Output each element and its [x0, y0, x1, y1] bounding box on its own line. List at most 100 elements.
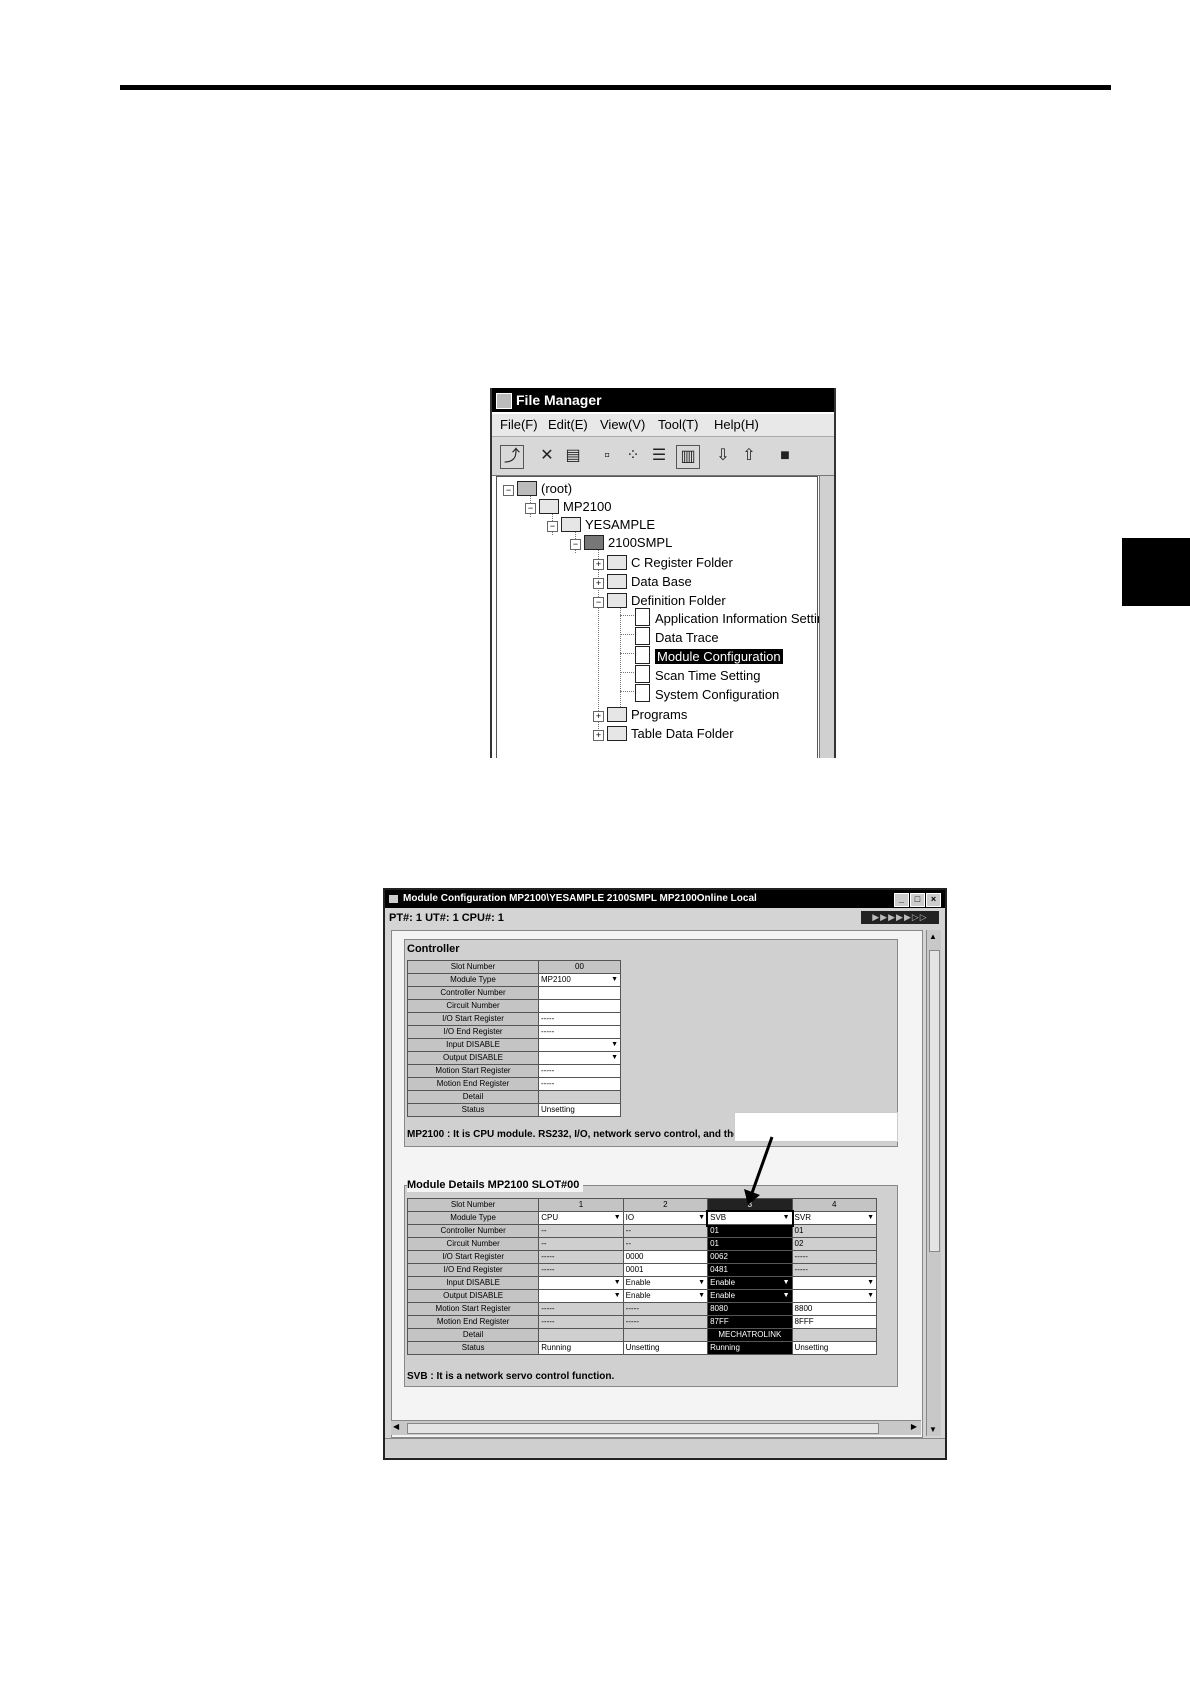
controller-detail-cell[interactable] — [538, 1090, 621, 1104]
controller-output-disable-select[interactable]: ▼ — [538, 1051, 621, 1065]
slot3-circuit-number[interactable]: 01 — [707, 1237, 793, 1251]
slot4-io-end[interactable]: ----- — [791, 1263, 878, 1277]
large-icons-icon[interactable]: ▫ — [596, 445, 618, 467]
tree-item-data-trace[interactable]: Data Trace — [655, 629, 719, 647]
expand-table-data-icon[interactable]: + — [593, 730, 604, 741]
slot4-output-disable-select[interactable]: ▼ — [791, 1289, 878, 1303]
slot2-module-type-select[interactable]: IO ▼ — [622, 1211, 709, 1225]
slot3-controller-number[interactable]: 01 — [707, 1224, 793, 1238]
slot4-input-disable-select[interactable]: ▼ — [791, 1276, 878, 1290]
tree-item-module-configuration[interactable]: Module Configuration — [655, 648, 783, 666]
controller-motion-start[interactable]: ----- — [538, 1064, 621, 1078]
maximize-icon[interactable]: □ — [910, 893, 925, 907]
download-icon[interactable]: ⇩ — [712, 445, 734, 467]
slot-header-1[interactable]: 1 — [538, 1198, 624, 1212]
small-icons-icon[interactable]: ⁘ — [622, 445, 644, 467]
save-icon[interactable]: ■ — [774, 445, 796, 467]
menu-tool[interactable]: Tool(T) — [658, 414, 698, 436]
slot2-io-end[interactable]: 0001 — [622, 1263, 709, 1277]
scroll-down-icon[interactable]: ▼ — [929, 1425, 937, 1434]
slot1-input-disable-select[interactable]: ▼ — [538, 1276, 624, 1290]
slot4-motion-end[interactable]: 8FFF — [791, 1315, 878, 1329]
slot3-output-disable-select[interactable]: Enable ▼ — [707, 1289, 793, 1303]
list-view-icon[interactable]: ☰ — [648, 445, 670, 467]
slot1-io-start[interactable]: ----- — [538, 1250, 624, 1264]
tree-item-programs[interactable]: Programs — [631, 706, 687, 724]
close-icon[interactable]: × — [926, 893, 941, 907]
scroll-thumb[interactable] — [929, 950, 940, 1252]
circuit-number-cell[interactable] — [538, 999, 621, 1013]
controller-input-disable-select[interactable]: ▼ — [538, 1038, 621, 1052]
tree-item-c-register-folder[interactable]: C Register Folder — [631, 554, 733, 572]
tree-item-scan-time-setting[interactable]: Scan Time Setting — [655, 667, 761, 685]
panel-horizontal-scrollbar[interactable]: ◀ ▶ — [391, 1420, 921, 1435]
minimize-icon[interactable]: _ — [894, 893, 909, 907]
delete-icon[interactable]: ✕ — [536, 445, 558, 467]
tree-item-data-base[interactable]: Data Base — [631, 573, 692, 591]
collapse-yesample-icon[interactable]: − — [547, 521, 558, 532]
slot-header-2[interactable]: 2 — [622, 1198, 709, 1212]
controller-motion-end[interactable]: ----- — [538, 1077, 621, 1091]
details-view-icon[interactable]: ▥ — [676, 445, 700, 469]
upload-icon[interactable]: ⇧ — [738, 445, 760, 467]
menu-help[interactable]: Help(H) — [714, 414, 759, 436]
slot1-motion-start[interactable]: ----- — [538, 1302, 624, 1316]
slot1-output-disable-select[interactable]: ▼ — [538, 1289, 624, 1303]
slot4-detail[interactable] — [791, 1328, 878, 1342]
tree-item-root[interactable]: (root) — [541, 480, 572, 498]
tree-vertical-scrollbar[interactable] — [819, 476, 834, 758]
properties-icon[interactable]: ▤ — [562, 445, 584, 467]
slot1-detail[interactable] — [538, 1328, 624, 1342]
hscroll-thumb[interactable] — [407, 1423, 879, 1434]
slot4-motion-start[interactable]: 8800 — [791, 1302, 878, 1316]
collapse-2100smpl-icon[interactable]: − — [570, 539, 581, 550]
slot2-detail[interactable] — [622, 1328, 709, 1342]
collapse-root-icon[interactable]: − — [503, 485, 514, 496]
slot2-output-disable-select[interactable]: Enable ▼ — [622, 1289, 709, 1303]
slot1-io-end[interactable]: ----- — [538, 1263, 624, 1277]
slot4-circuit-number[interactable]: 02 — [791, 1237, 878, 1251]
slot-header-4[interactable]: 4 — [791, 1198, 878, 1212]
controller-io-end[interactable]: ----- — [538, 1025, 621, 1039]
slot3-motion-end[interactable]: 87FF — [707, 1315, 793, 1329]
menu-edit[interactable]: Edit(E) — [548, 414, 588, 436]
scroll-right-icon[interactable]: ▶ — [911, 1422, 917, 1431]
expand-programs-icon[interactable]: + — [593, 711, 604, 722]
tree-item-table-data-folder[interactable]: Table Data Folder — [631, 725, 734, 743]
expand-data-base-icon[interactable]: + — [593, 578, 604, 589]
scroll-up-icon[interactable]: ▲ — [929, 932, 937, 941]
panel-vertical-scrollbar[interactable]: ▲ ▼ — [926, 930, 941, 1436]
menu-view[interactable]: View(V) — [600, 414, 645, 436]
slot3-detail-mechatrolink[interactable]: MECHATROLINK — [707, 1328, 793, 1342]
slot2-circuit-number[interactable]: -- — [622, 1237, 709, 1251]
slot2-motion-end[interactable]: ----- — [622, 1315, 709, 1329]
menu-file[interactable]: File(F) — [500, 414, 538, 436]
slot3-motion-start[interactable]: 8080 — [707, 1302, 793, 1316]
slot2-io-start[interactable]: 0000 — [622, 1250, 709, 1264]
slot3-module-type-select[interactable]: SVB ▼ — [705, 1209, 795, 1227]
collapse-definition-icon[interactable]: − — [593, 597, 604, 608]
controller-number-cell[interactable] — [538, 986, 621, 1000]
collapse-mp2100-icon[interactable]: − — [525, 503, 536, 514]
slot4-module-type-select[interactable]: SVR ▼ — [791, 1211, 878, 1225]
slot3-input-disable-select[interactable]: Enable ▼ — [707, 1276, 793, 1290]
slot1-controller-number[interactable]: -- — [538, 1224, 624, 1238]
slot3-io-end[interactable]: 0481 — [707, 1263, 793, 1277]
slot2-motion-start[interactable]: ----- — [622, 1302, 709, 1316]
up-folder-icon[interactable]: ⤴ — [500, 445, 524, 469]
tree-item-2100smpl[interactable]: 2100SMPL — [608, 534, 672, 552]
slot2-input-disable-select[interactable]: Enable ▼ — [622, 1276, 709, 1290]
controller-module-type-select[interactable]: MP2100 ▼ — [538, 973, 621, 987]
tree-item-mp2100[interactable]: MP2100 — [563, 498, 611, 516]
controller-io-start[interactable]: ----- — [538, 1012, 621, 1026]
slot4-io-start[interactable]: ----- — [791, 1250, 878, 1264]
tree-item-application-information[interactable]: Application Information Settir — [655, 610, 821, 628]
slot1-circuit-number[interactable]: -- — [538, 1237, 624, 1251]
slot1-module-type-select[interactable]: CPU ▼ — [538, 1211, 624, 1225]
slot3-io-start[interactable]: 0062 — [707, 1250, 793, 1264]
tree-item-yesample[interactable]: YESAMPLE — [585, 516, 655, 534]
slot1-motion-end[interactable]: ----- — [538, 1315, 624, 1329]
slot4-controller-number[interactable]: 01 — [791, 1224, 878, 1238]
slot2-controller-number[interactable]: -- — [622, 1224, 709, 1238]
tree-item-system-configuration[interactable]: System Configuration — [655, 686, 779, 704]
